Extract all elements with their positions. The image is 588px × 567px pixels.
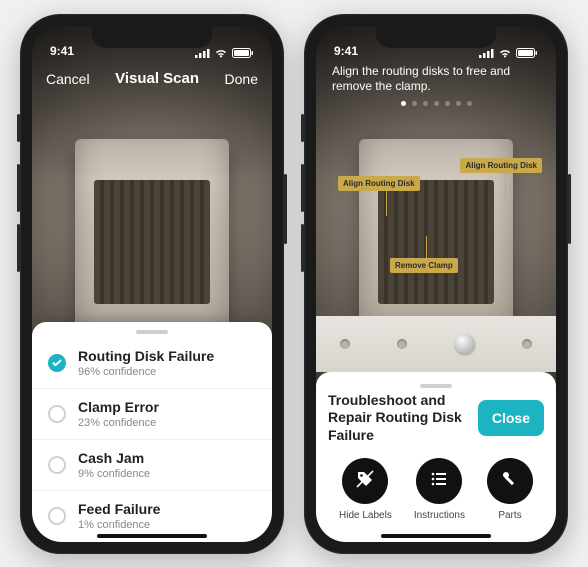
cellular-signal-icon: [195, 48, 210, 58]
radio-unselected-icon[interactable]: [48, 507, 66, 525]
sheet-grabber[interactable]: [136, 330, 168, 334]
result-confidence: 9% confidence: [78, 468, 150, 480]
step-instruction: Align the routing disks to free and remo…: [332, 64, 540, 95]
result-label: Feed Failure: [78, 501, 160, 517]
radio-selected-icon[interactable]: [48, 354, 66, 372]
parts-button[interactable]: Parts: [487, 458, 533, 521]
status-time: 9:41: [50, 44, 74, 58]
result-row[interactable]: Routing Disk Failure 96% confidence: [32, 338, 272, 389]
done-button[interactable]: Done: [225, 71, 258, 87]
page-title: Visual Scan: [115, 70, 199, 87]
list-icon: [429, 469, 449, 494]
wrench-icon: [500, 469, 520, 494]
radio-unselected-icon[interactable]: [48, 405, 66, 423]
result-label: Cash Jam: [78, 450, 150, 466]
ar-label-left[interactable]: Align Routing Disk: [338, 176, 420, 191]
instructions-button[interactable]: Instructions: [414, 458, 465, 521]
action-label: Instructions: [414, 510, 465, 521]
detail-sheet: Troubleshoot and Repair Routing Disk Fai…: [316, 372, 556, 542]
battery-icon: [516, 48, 538, 58]
result-label: Clamp Error: [78, 399, 159, 415]
screen: 9:41 Cancel Visual Scan Done: [32, 26, 272, 542]
status-time: 9:41: [334, 44, 358, 58]
action-label: Hide Labels: [339, 510, 392, 521]
home-indicator[interactable]: [381, 534, 491, 538]
cancel-button[interactable]: Cancel: [46, 71, 90, 87]
hide-labels-button[interactable]: Hide Labels: [339, 458, 392, 521]
nav-bar: Cancel Visual Scan Done: [32, 60, 272, 98]
sheet-title: Troubleshoot and Repair Routing Disk Fai…: [328, 392, 470, 445]
ar-label-bottom[interactable]: Remove Clamp: [390, 258, 458, 273]
step-progress-dots: [332, 101, 540, 106]
result-confidence: 96% confidence: [78, 366, 214, 378]
phone-left: 9:41 Cancel Visual Scan Done: [20, 14, 284, 554]
wifi-icon: [214, 48, 228, 58]
result-label: Routing Disk Failure: [78, 348, 214, 364]
tag-icon: [355, 469, 375, 494]
result-row[interactable]: Clamp Error 23% confidence: [32, 389, 272, 440]
result-row[interactable]: Cash Jam 9% confidence: [32, 440, 272, 491]
notch: [92, 26, 212, 48]
battery-icon: [232, 48, 254, 58]
close-button[interactable]: Close: [478, 400, 544, 436]
action-label: Parts: [498, 510, 521, 521]
result-confidence: 1% confidence: [78, 519, 160, 531]
machine-panel: [316, 316, 556, 372]
screen: 9:41 Align the routing disks to free and…: [316, 26, 556, 542]
result-confidence: 23% confidence: [78, 417, 159, 429]
ar-label-right[interactable]: Align Routing Disk: [460, 158, 542, 173]
home-indicator[interactable]: [97, 534, 207, 538]
ar-leader-line: [426, 236, 427, 260]
results-sheet[interactable]: Routing Disk Failure 96% confidence Clam…: [32, 322, 272, 542]
sheet-grabber[interactable]: [420, 384, 452, 388]
phone-right: 9:41 Align the routing disks to free and…: [304, 14, 568, 554]
wifi-icon: [498, 48, 512, 58]
cellular-signal-icon: [479, 48, 494, 58]
radio-unselected-icon[interactable]: [48, 456, 66, 474]
notch: [376, 26, 496, 48]
